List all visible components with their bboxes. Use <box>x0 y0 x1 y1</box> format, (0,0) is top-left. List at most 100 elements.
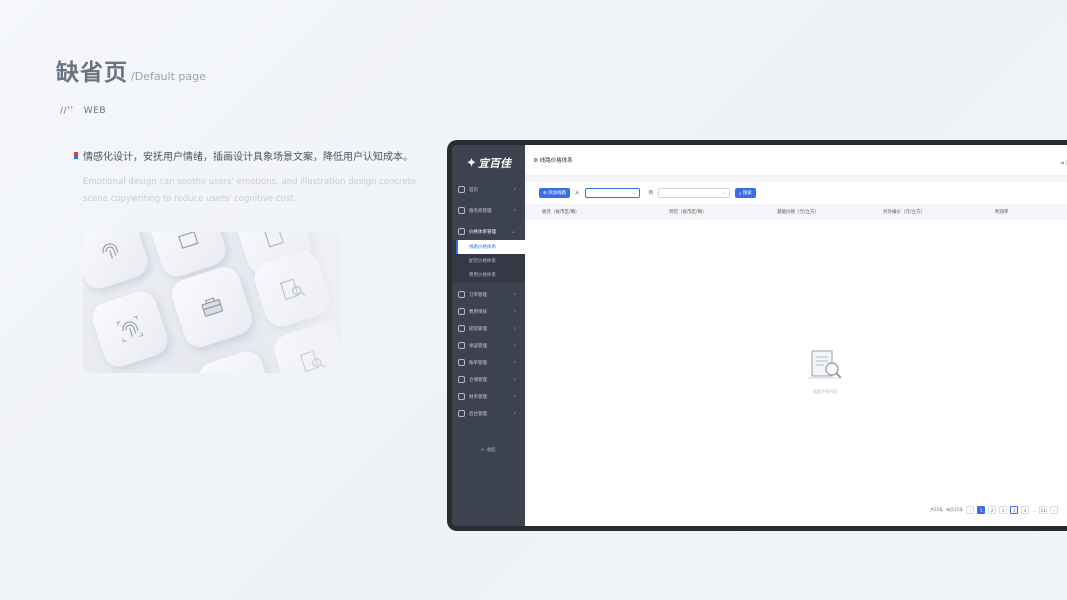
chevron-right-icon: › <box>513 325 516 332</box>
sidebar-item-label: 财务管理 <box>469 394 487 400</box>
chevron-right-icon: › <box>513 359 516 366</box>
slide-title: 缺省页 /Default page <box>56 53 206 87</box>
collapse-label: 收起 <box>486 448 496 453</box>
chevron-right-icon: › <box>513 342 516 349</box>
sidebar-item-finance[interactable]: 财务管理 › <box>452 388 525 405</box>
pagination-page-size: 每页15条 <box>946 507 964 512</box>
page-button-11[interactable]: 11 <box>1039 506 1048 514</box>
feature-bullet-text: 情感化设计，安抚用户情绪，插画设计具象场景文案，降低用户认知成本。 <box>83 152 413 163</box>
sidebar-item-label: 提现管理 <box>469 326 487 332</box>
sidebar-item-label: 价格体系管理 <box>469 229 496 235</box>
submenu-item-route-pricing[interactable]: 线路价格体系 <box>456 240 525 254</box>
wallet-icon <box>458 393 465 400</box>
slide-title-zh: 缺省页 <box>56 60 128 86</box>
pricing-submenu: 线路价格体系 配货价格体系 费用价格体系 <box>452 240 525 282</box>
sidebar-item-label: 账单管理 <box>469 360 487 366</box>
settings-icon: ⚙ <box>533 158 540 164</box>
device-mockup: ✦ 宜百佳 首页 › 服务商管理 › 价格体系管理 ⌄ 线路价格体系 配货价格体系 费… <box>447 140 1067 531</box>
app-screen: ✦ 宜百佳 首页 › 服务商管理 › 价格体系管理 ⌄ 线路价格体系 配货价格体系 费… <box>452 145 1067 526</box>
prev-page-button[interactable]: ‹ <box>966 506 975 514</box>
illustration-fade-overlay <box>83 232 341 373</box>
chevron-down-icon: ⌄ <box>510 228 516 235</box>
empty-state-label: 搜索不到内容 <box>813 389 837 394</box>
sidebar-item-providers[interactable]: 服务商管理 › <box>452 202 525 219</box>
feature-bullet: 情感化设计，安抚用户情绪，插画设计具象场景文案，降低用户认知成本。 <box>74 148 413 163</box>
bullet-marker-icon <box>74 152 78 159</box>
order-icon <box>458 291 465 298</box>
audit-icon <box>458 308 465 315</box>
column-header: 收货（省市区/镇） <box>542 210 580 215</box>
pagination-ellipsis: … <box>1032 507 1037 513</box>
main-content: ⚙ 线路价格体系 ✉ 消息• ⊕ 添加线路 从 ⌄ 到 ⌄ ⌕ 搜索 收货（省市… <box>525 145 1067 526</box>
sidebar: ✦ 宜百佳 首页 › 服务商管理 › 价格体系管理 ⌄ 线路价格体系 配货价格体系 费… <box>452 145 525 526</box>
bill-icon <box>458 359 465 366</box>
chevron-down-icon: ⌄ <box>721 190 727 196</box>
sidebar-item-label: 订单管理 <box>469 292 487 298</box>
user-icon <box>458 207 465 214</box>
to-select[interactable]: ⌄ <box>658 188 731 198</box>
sidebar-item-label: 后台管理 <box>469 411 487 417</box>
page-button-1[interactable]: 1 <box>977 506 986 514</box>
monitor-icon <box>458 410 465 417</box>
page-button-3b[interactable]: 3 <box>1010 506 1019 514</box>
chevron-down-icon: ⌄ <box>631 190 636 196</box>
sidebar-item-warehouse[interactable]: 仓储管理 › <box>452 371 525 388</box>
to-label: 到 <box>648 191 654 196</box>
column-header: 利润率 <box>995 210 1009 215</box>
carrier-icon <box>458 342 465 349</box>
platform-tag-prefix: //’’ <box>60 106 74 116</box>
search-document-icon <box>808 350 842 379</box>
slide-subtitle: /Default page <box>131 70 206 83</box>
sidebar-item-orders[interactable]: 订单管理 › <box>452 286 525 303</box>
empty-state: 搜索不到内容 <box>804 348 846 395</box>
chevron-right-icon: › <box>513 207 516 214</box>
price-tag-icon <box>458 228 465 235</box>
sidebar-item-withdraw[interactable]: 提现管理 › <box>452 320 525 337</box>
filter-bar: ⊕ 添加线路 从 ⌄ 到 ⌄ ⌕ 搜索 <box>525 182 1067 204</box>
platform-tag-label: WEB <box>83 106 107 116</box>
withdraw-icon <box>458 325 465 332</box>
add-route-button[interactable]: ⊕ 添加线路 <box>539 188 571 198</box>
sidebar-item-pricing[interactable]: 价格体系管理 ⌄ <box>452 223 525 240</box>
chevron-right-icon: › <box>513 376 516 383</box>
sidebar-item-carrier[interactable]: 承运管理 › <box>452 337 525 354</box>
chevron-right-icon: › <box>513 308 516 315</box>
top-bar: ⚙ 线路价格体系 ✉ 消息• <box>525 145 1067 176</box>
warehouse-icon <box>458 376 465 383</box>
logo-text: 宜百佳 <box>477 157 511 170</box>
messages-button[interactable]: ✉ 消息• <box>1060 158 1067 167</box>
pagination-total: 共55条 <box>930 507 944 512</box>
search-label: 搜索 <box>742 190 752 195</box>
home-icon <box>458 186 465 193</box>
sidebar-collapse-button[interactable]: ⇤ 收起 <box>452 447 525 453</box>
column-header: 到货（省市区/镇） <box>669 210 707 215</box>
sidebar-item-home[interactable]: 首页 › <box>452 181 525 198</box>
sidebar-item-label: 仓储管理 <box>469 377 487 383</box>
breadcrumb-label: 线路价格体系 <box>539 158 573 164</box>
logo-star-icon: ✦ <box>466 155 477 171</box>
from-label: 从 <box>575 191 580 196</box>
sidebar-item-label: 费用审核 <box>469 309 487 315</box>
search-button[interactable]: ⌕ 搜索 <box>735 188 756 198</box>
page-button-2[interactable]: 2 <box>988 506 997 514</box>
app-logo: ✦ 宜百佳 <box>452 145 525 181</box>
chevron-right-icon: › <box>513 410 516 417</box>
table-header: 收货（省市区/镇） 到货（省市区/镇） 基础价格（元/立方） 对外报价（元/立方… <box>525 204 1067 220</box>
column-header: 对外报价（元/立方） <box>883 210 926 215</box>
empty-state-illustration-card <box>83 232 341 373</box>
submenu-item-delivery-pricing[interactable]: 配货价格体系 <box>452 254 525 268</box>
sidebar-item-bills[interactable]: 账单管理 › <box>452 354 525 371</box>
chevron-right-icon: › <box>513 393 516 400</box>
sidebar-item-label: 承运管理 <box>469 343 487 349</box>
from-select[interactable]: ⌄ <box>584 188 640 198</box>
add-route-label: 添加线路 <box>548 190 567 195</box>
sidebar-item-fee-review[interactable]: 费用审核 › <box>452 303 525 320</box>
sidebar-item-label: 服务商管理 <box>469 208 492 214</box>
sidebar-item-label: 首页 <box>469 187 478 193</box>
page-button-4[interactable]: 4 <box>1021 506 1030 514</box>
sidebar-item-admin[interactable]: 后台管理 › <box>452 405 525 422</box>
page-button-3[interactable]: 3 <box>999 506 1008 514</box>
submenu-item-fee-pricing[interactable]: 费用价格体系 <box>452 268 525 282</box>
next-page-button[interactable]: › <box>1050 506 1059 514</box>
column-header: 基础价格（元/立方） <box>777 210 820 215</box>
